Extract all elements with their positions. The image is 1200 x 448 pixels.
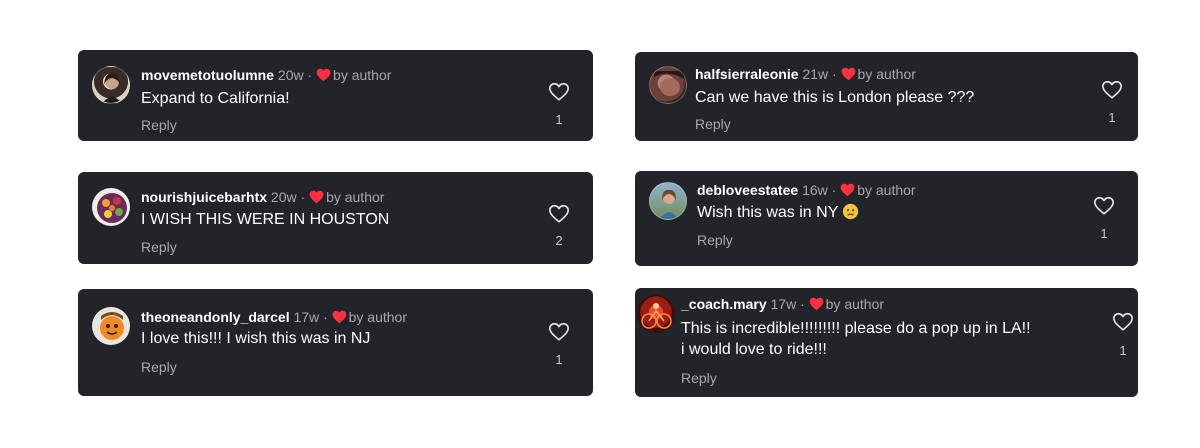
comment-card: _coach.mary 17w · by author This is incr… bbox=[635, 288, 1138, 397]
username[interactable]: movemetotuolumne bbox=[141, 67, 274, 83]
username[interactable]: halfsierraleonie bbox=[695, 66, 799, 82]
comment-meta: nourishjuicebarhtx 20w · by author bbox=[141, 189, 385, 207]
like-count: 1 bbox=[1100, 226, 1108, 241]
heart-icon[interactable] bbox=[548, 321, 570, 343]
liked-by-author-heart-icon bbox=[809, 297, 824, 314]
avatar[interactable] bbox=[92, 188, 130, 226]
heart-icon[interactable] bbox=[1101, 79, 1123, 101]
liked-by-author-heart-icon bbox=[309, 190, 324, 207]
avatar[interactable] bbox=[649, 66, 687, 104]
comment-meta: debloveestatee 16w · by author bbox=[697, 182, 916, 200]
heart-icon[interactable] bbox=[1093, 195, 1115, 217]
comment-card: nourishjuicebarhtx 20w · by author I WIS… bbox=[78, 172, 593, 264]
username[interactable]: _coach.mary bbox=[681, 296, 767, 312]
like-count: 1 bbox=[1108, 110, 1116, 125]
comment-meta: _coach.mary 17w · by author bbox=[681, 296, 885, 314]
comment-text-line-2: i would love to ride!!! bbox=[681, 341, 827, 358]
crying-face-emoji-icon bbox=[842, 203, 859, 220]
by-author-label: by author bbox=[333, 67, 392, 83]
timestamp: 20w bbox=[277, 67, 304, 83]
timestamp: 20w bbox=[270, 189, 297, 205]
username[interactable]: debloveestatee bbox=[697, 182, 798, 198]
heart-icon[interactable] bbox=[548, 81, 570, 103]
comment-text: Can we have this is London please ??? bbox=[695, 89, 975, 106]
liked-by-author-heart-icon bbox=[316, 68, 331, 85]
by-author-label: by author bbox=[857, 182, 916, 198]
timestamp: 17w bbox=[770, 296, 797, 312]
username[interactable]: nourishjuicebarhtx bbox=[141, 189, 267, 205]
comment-meta: theoneandonly_darcel 17w · by author bbox=[141, 309, 407, 327]
by-author-label: by author bbox=[825, 296, 885, 312]
by-author-label: by author bbox=[857, 66, 916, 82]
comment-text: This is incredible!!!!!!!!! please do a … bbox=[681, 320, 1031, 337]
comment-meta: movemetotuolumne 20w · by author bbox=[141, 67, 392, 85]
comment-card: movemetotuolumne 20w · by author Expand … bbox=[78, 50, 593, 141]
timestamp: 17w bbox=[293, 309, 320, 325]
comment-text: Expand to California! bbox=[141, 90, 290, 107]
reply-button[interactable]: Reply bbox=[141, 117, 177, 133]
comment-text: I WISH THIS WERE IN HOUSTON bbox=[141, 211, 390, 228]
timestamp: 21w bbox=[802, 66, 829, 82]
comment-card: theoneandonly_darcel 17w · by author I l… bbox=[78, 289, 593, 396]
avatar[interactable] bbox=[649, 182, 687, 220]
avatar[interactable] bbox=[92, 307, 130, 345]
reply-button[interactable]: Reply bbox=[697, 232, 733, 248]
like-count: 1 bbox=[555, 352, 563, 367]
like-count: 2 bbox=[555, 233, 563, 248]
comment-text-content: Wish this was in NY bbox=[697, 204, 839, 221]
username[interactable]: theoneandonly_darcel bbox=[141, 309, 290, 325]
comment-meta: halfsierraleonie 21w · by author bbox=[695, 66, 916, 84]
heart-icon[interactable] bbox=[548, 203, 570, 225]
reply-button[interactable]: Reply bbox=[681, 370, 717, 386]
reply-button[interactable]: Reply bbox=[695, 116, 731, 132]
comment-card: halfsierraleonie 21w · by author Can we … bbox=[635, 52, 1138, 141]
comment-card: debloveestatee 16w · by author Wish this… bbox=[635, 171, 1138, 266]
reply-button[interactable]: Reply bbox=[141, 239, 177, 255]
liked-by-author-heart-icon bbox=[841, 67, 856, 84]
like-count: 1 bbox=[1119, 343, 1127, 358]
by-author-label: by author bbox=[348, 309, 407, 325]
liked-by-author-heart-icon bbox=[332, 310, 347, 327]
reply-button[interactable]: Reply bbox=[141, 359, 177, 375]
like-count: 1 bbox=[555, 112, 563, 127]
comment-text: Wish this was in NY bbox=[697, 203, 859, 223]
liked-by-author-heart-icon bbox=[840, 183, 855, 200]
by-author-label: by author bbox=[326, 189, 385, 205]
heart-icon[interactable] bbox=[1112, 311, 1134, 333]
comment-text: I love this!!! I wish this was in NJ bbox=[141, 330, 371, 347]
avatar[interactable] bbox=[637, 295, 675, 333]
avatar[interactable] bbox=[92, 66, 130, 104]
timestamp: 16w bbox=[802, 182, 828, 198]
